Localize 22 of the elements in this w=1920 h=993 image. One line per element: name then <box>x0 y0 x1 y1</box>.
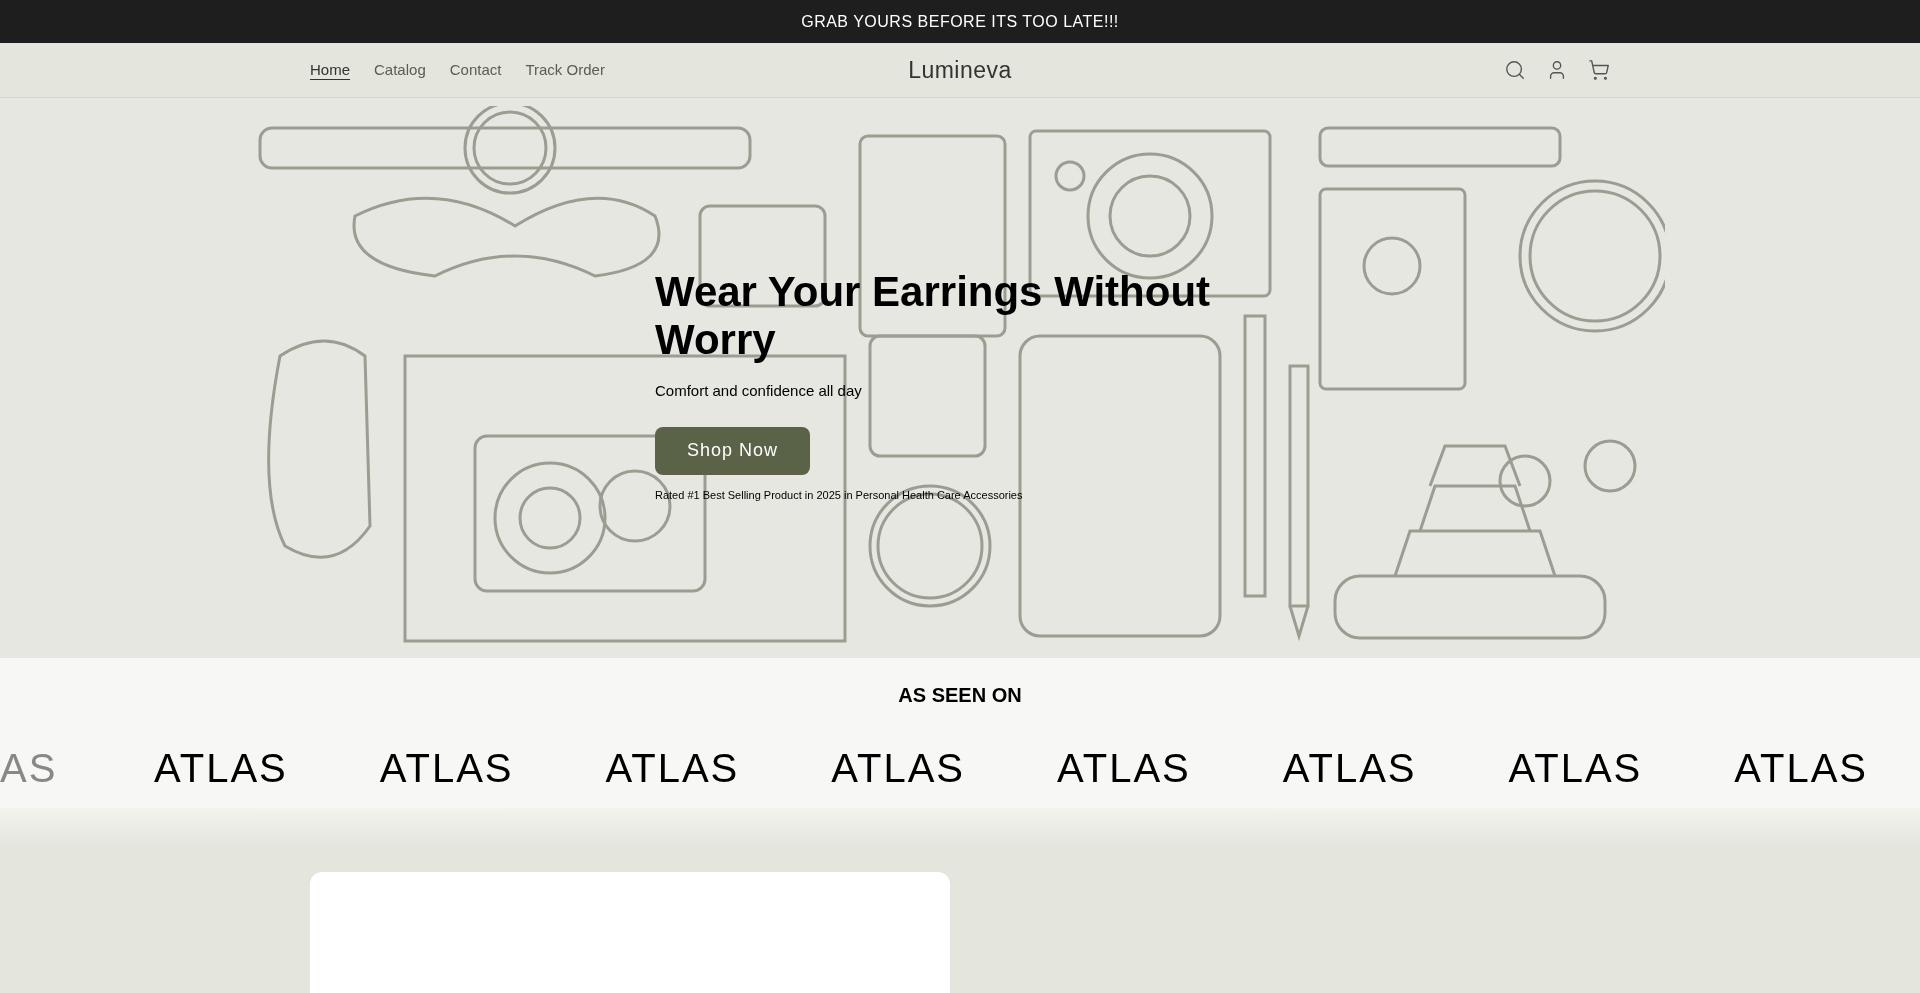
press-logo: ATLAS <box>1282 745 1417 792</box>
press-logo: ATLAS <box>605 745 740 792</box>
shop-now-button[interactable]: Shop Now <box>655 426 810 475</box>
press-logo: ATLAS <box>1734 745 1868 792</box>
hero-heading: Wear Your Earrings Without Worry <box>655 268 1212 364</box>
brand-name[interactable]: Lumineva <box>908 52 1012 88</box>
hero-note: Rated #1 Best Selling Product in 2025 in Personal Health Care Accessories <box>655 487 1023 503</box>
press-logo: AS <box>0 745 59 792</box>
nav-link[interactable]: Contact <box>449 58 502 82</box>
nav-link[interactable]: Home <box>310 58 350 82</box>
press-logo: ATLAS <box>1057 745 1191 792</box>
hero-subheading: Comfort and confidence all day <box>655 381 862 401</box>
press-logo: ATLAS <box>154 745 288 792</box>
nav-link[interactable]: Track Order <box>525 58 605 82</box>
press-heading: AS SEEN ON <box>898 683 1022 708</box>
nav-link[interactable]: Catalog <box>374 58 426 82</box>
announcement-text: GRAB YOURS BEFORE ITS TOO LATE!!! <box>801 11 1119 32</box>
search-icon[interactable] <box>1504 59 1526 81</box>
cart-icon[interactable] <box>1588 59 1610 81</box>
press-logo: ATLAS <box>1508 745 1643 792</box>
press-logo: ATLAS <box>379 745 514 792</box>
press-logo: ATLAS <box>831 745 965 792</box>
